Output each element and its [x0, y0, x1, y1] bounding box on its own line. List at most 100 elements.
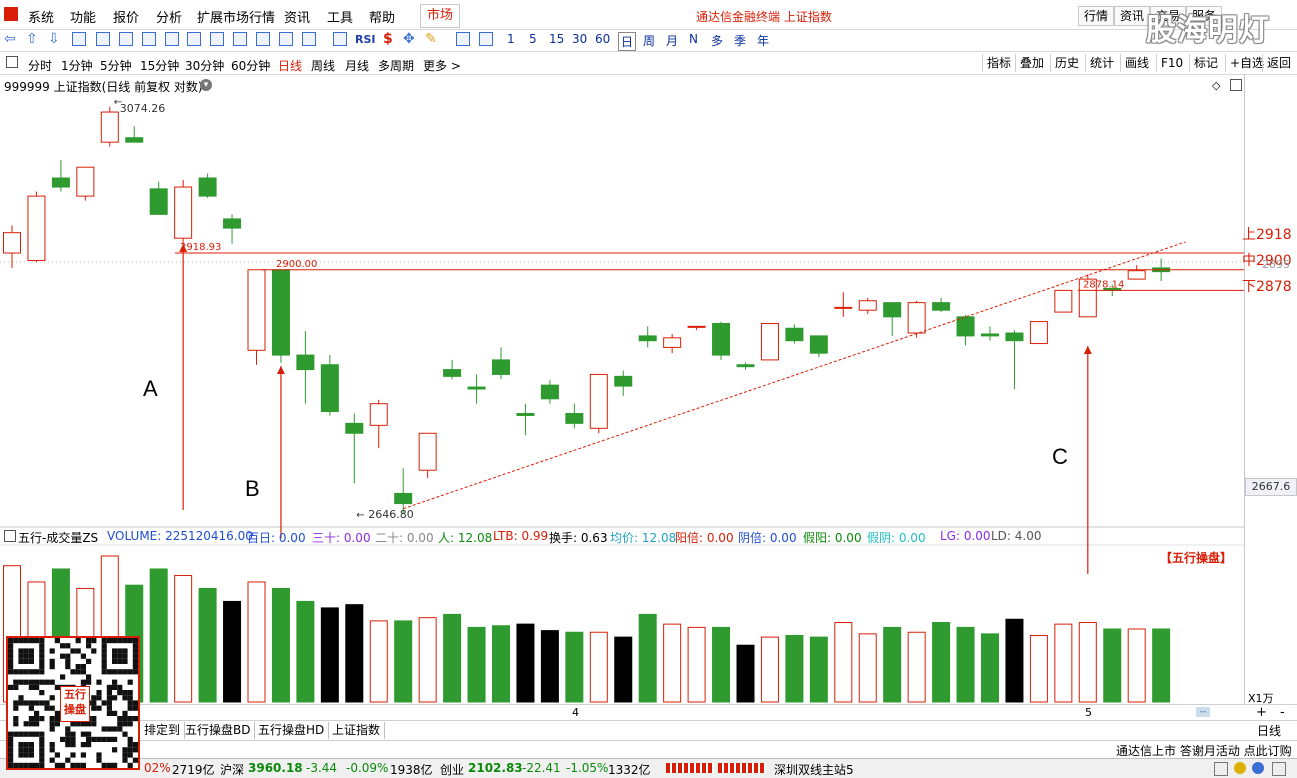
period-15min[interactable]: 15分钟 — [140, 57, 179, 74]
range-n[interactable]: N — [689, 32, 698, 46]
tab-wuxing-bd[interactable]: 五行操盘BD — [181, 722, 256, 739]
list-icon[interactable] — [165, 32, 179, 46]
promo-message[interactable]: 通达信上市 答谢月活动 点此订购 — [1116, 742, 1292, 759]
menu-extended-market[interactable]: 扩展市场行情 — [197, 7, 275, 26]
move-icon[interactable]: ✥ — [403, 31, 415, 47]
rsi-tool[interactable]: RSI — [355, 33, 376, 46]
menu-analysis[interactable]: 分析 — [156, 7, 182, 26]
history-button[interactable]: 历史 — [1050, 54, 1083, 72]
f10-button[interactable]: F10 — [1156, 54, 1187, 72]
period-15[interactable]: 15 — [549, 32, 564, 46]
period-timeshare[interactable]: 分时 — [28, 57, 52, 74]
zoom-in-icon[interactable]: + — [1256, 705, 1267, 720]
tab-wuxing-hd[interactable]: 五行操盘HD — [254, 722, 330, 739]
range-week[interactable]: 周 — [643, 32, 655, 49]
volume-bar — [271, 587, 290, 703]
range-year[interactable]: 年 — [757, 32, 769, 49]
period-60min[interactable]: 60分钟 — [231, 57, 270, 74]
menu-tools[interactable]: 工具 — [327, 7, 353, 26]
menu-system[interactable]: 系统 — [28, 7, 54, 26]
refresh-icon[interactable] — [302, 32, 316, 46]
period-5min[interactable]: 5分钟 — [100, 57, 132, 74]
arrow-b-head — [276, 366, 285, 374]
expand-icon[interactable] — [1230, 79, 1242, 91]
fiz-icon[interactable] — [256, 32, 270, 46]
server-name[interactable]: 深圳双线主站5 — [774, 761, 854, 778]
indicator-name[interactable]: 五行-成交量ZS — [18, 529, 98, 546]
hs-pct: -0.09% — [346, 761, 389, 775]
back-button[interactable]: 返回 — [1262, 54, 1295, 72]
graph-icon[interactable] — [279, 32, 293, 46]
period-multi[interactable]: 多周期 — [378, 57, 414, 74]
volume-bar — [1127, 628, 1146, 703]
candle-body — [907, 302, 926, 334]
down-arrow-icon[interactable]: ⇩ — [48, 31, 60, 47]
alert-icon[interactable] — [1234, 762, 1246, 774]
menu-news[interactable]: 资讯 — [284, 7, 310, 26]
document-icon[interactable] — [233, 32, 247, 46]
scroll-indicator[interactable]: -- — [1196, 707, 1210, 717]
range-day[interactable]: 日 — [618, 32, 637, 51]
diamond-icon[interactable]: ◇ — [1212, 79, 1220, 92]
period-5[interactable]: 5 — [529, 32, 537, 46]
up-arrow-icon[interactable]: ⇧ — [26, 31, 38, 47]
zoom-out-icon[interactable]: - — [1280, 705, 1285, 720]
finance-icon[interactable] — [210, 32, 224, 46]
volume-bar — [1078, 622, 1097, 703]
overlay-button[interactable]: 叠加 — [1015, 54, 1048, 72]
f5-icon[interactable] — [456, 32, 470, 46]
quote-button[interactable]: 行情 — [1078, 6, 1115, 26]
kline-chart[interactable]: 2918.932900.002878.143074.262646.80←←400… — [0, 74, 1245, 704]
period-weekly[interactable]: 周线 — [311, 57, 335, 74]
candle-body — [443, 369, 462, 377]
candle-body — [712, 322, 731, 356]
period-30[interactable]: 30 — [572, 32, 587, 46]
mark-button[interactable]: 标记 — [1189, 54, 1222, 72]
settings-icon[interactable] — [1272, 762, 1286, 776]
volume-bar — [1103, 628, 1122, 703]
market-tab[interactable]: 市场 — [420, 4, 461, 28]
f10-icon[interactable] — [187, 32, 201, 46]
stats-button[interactable]: 统计 — [1085, 54, 1118, 72]
globe-icon[interactable] — [1252, 762, 1264, 774]
report-icon[interactable] — [72, 32, 86, 46]
cycle-icon[interactable] — [479, 32, 493, 46]
back-arrow-icon[interactable]: ⇦ — [4, 31, 16, 47]
table-icon[interactable] — [96, 32, 110, 46]
period-60[interactable]: 60 — [595, 32, 610, 46]
menu-quote[interactable]: 报价 — [113, 7, 139, 26]
period-more[interactable]: 更多 > — [423, 57, 461, 74]
tab-pinned[interactable]: 排定到 — [140, 722, 186, 739]
range-multi[interactable]: 多 — [711, 32, 723, 49]
app-logo[interactable] — [4, 7, 18, 21]
month-label-5: 5 — [1085, 706, 1092, 719]
period-1min[interactable]: 1分钟 — [61, 57, 93, 74]
candle-body — [418, 432, 437, 471]
toggle-panel-icon[interactable] — [6, 56, 18, 68]
news-button[interactable]: 资讯 — [1114, 6, 1151, 26]
menu-help[interactable]: 帮助 — [369, 7, 395, 26]
wave-icon[interactable] — [333, 32, 347, 46]
pencil-icon[interactable]: ✎ — [425, 31, 437, 47]
candle-chart-icon[interactable] — [142, 32, 156, 46]
level-label: 2878.14 — [1083, 279, 1124, 290]
line-chart-icon[interactable] — [119, 32, 133, 46]
volume-bar — [223, 600, 242, 703]
range-quarter[interactable]: 季 — [734, 32, 746, 49]
period-30min[interactable]: 30分钟 — [185, 57, 224, 74]
title-dropdown-icon[interactable]: ▾ — [200, 79, 212, 91]
dollar-icon[interactable]: $ — [383, 31, 393, 47]
period-1[interactable]: 1 — [507, 32, 515, 46]
indicator-button[interactable]: 指标 — [982, 54, 1015, 72]
period-daily[interactable]: 日线 — [278, 57, 302, 74]
tab-shanghai-index[interactable]: 上证指数 — [328, 722, 386, 739]
lock-icon[interactable] — [1214, 762, 1228, 776]
period-monthly[interactable]: 月线 — [345, 57, 369, 74]
indicator-toggle-icon[interactable] — [4, 530, 16, 542]
daily-line-label[interactable]: 日线 — [1257, 722, 1281, 739]
candle-body — [247, 269, 266, 351]
draw-line-button[interactable]: 画线 — [1120, 54, 1153, 72]
menu-function[interactable]: 功能 — [70, 7, 96, 26]
candle-body — [883, 302, 902, 318]
range-month[interactable]: 月 — [666, 32, 678, 49]
